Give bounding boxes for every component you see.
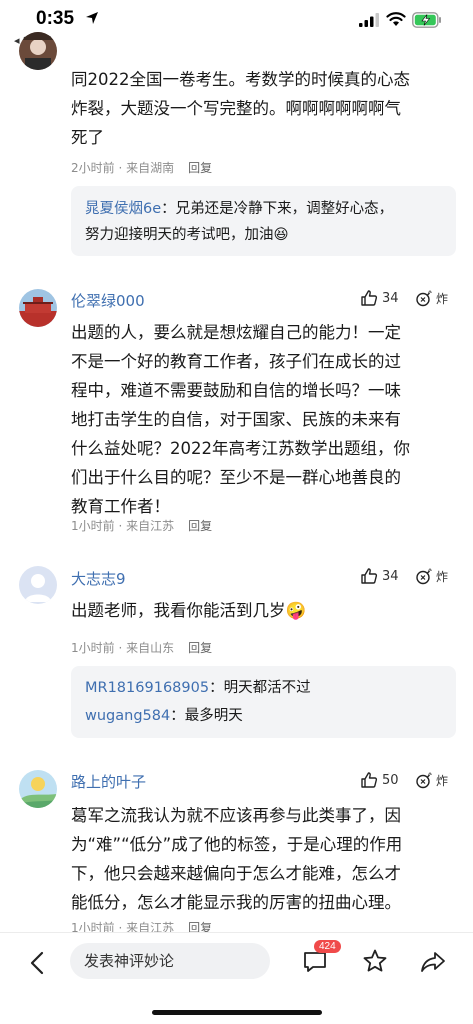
- reply-item[interactable]: 晁夏侯烟6e：兄弟还是冷静下来，调整好心态，: [85, 196, 393, 222]
- star-icon[interactable]: [362, 948, 388, 974]
- reply-button[interactable]: 回复: [188, 161, 212, 175]
- battery-charging-icon: [412, 12, 441, 28]
- username[interactable]: 大志志9: [71, 568, 126, 589]
- bomb-icon: [416, 290, 432, 307]
- reply-username: wugang584: [85, 708, 171, 724]
- like-count: 34: [382, 568, 399, 584]
- reply-username: 晁夏侯烟6e: [85, 201, 162, 217]
- location-arrow-icon: [86, 12, 98, 24]
- like-button[interactable]: 50: [360, 771, 399, 789]
- back-arrow-icon[interactable]: [24, 949, 52, 977]
- reply-button[interactable]: 回复: [188, 641, 212, 655]
- reply-username: MR18169168905: [85, 680, 210, 696]
- comment-text: 出题的人，要么就是想炫耀自己的能力！一定 不是一个好的教育工作者，孩子们在成长的…: [71, 323, 410, 516]
- reply-box: MR18169168905：明天都活不过 wugang584：最多明天: [71, 666, 456, 738]
- thumbs-up-icon: [361, 772, 378, 788]
- bomb-label: 炸: [436, 291, 449, 306]
- comment-input[interactable]: 发表神评妙论: [70, 943, 270, 979]
- thumbs-up-icon: [361, 568, 378, 584]
- wifi-icon: [386, 12, 406, 26]
- bomb-button[interactable]: 炸: [415, 567, 448, 585]
- avatar[interactable]: [19, 32, 57, 70]
- status-time: 0:35: [36, 8, 75, 29]
- home-indicator: [152, 1010, 322, 1015]
- bottom-bar: 发表神评妙论 424: [0, 932, 473, 1024]
- bomb-label: 炸: [436, 773, 449, 788]
- username[interactable]: 伦翠绿000: [71, 290, 145, 311]
- like-button[interactable]: 34: [360, 289, 399, 307]
- comment-meta: 1小时前 · 来自江苏 回复: [71, 519, 213, 533]
- avatar[interactable]: [19, 770, 57, 808]
- comment-count-badge: 424: [314, 940, 341, 953]
- reply-item[interactable]: wugang584：最多明天: [85, 703, 243, 729]
- comment-meta: 2小时前 · 来自湖南 回复: [71, 161, 213, 175]
- bomb-icon: [416, 772, 432, 789]
- bomb-icon: [416, 568, 432, 585]
- avatar[interactable]: [19, 289, 57, 327]
- reply-box: 晁夏侯烟6e：兄弟还是冷静下来，调整好心态， 努力迎接明天的考试吧，加油😆: [71, 186, 456, 256]
- bomb-button[interactable]: 炸: [415, 289, 448, 307]
- status-bar: 0:35 ◂ Safari: [0, 0, 473, 50]
- comment-text: 出题老师，我看你能活到几岁🤪: [71, 601, 307, 620]
- bomb-label: 炸: [436, 569, 449, 584]
- comment-text: 同2022全国一卷考生。考数学的时候真的心态 炸裂，大题没一个写完整的。啊啊啊啊…: [71, 70, 410, 147]
- like-count: 34: [382, 290, 399, 306]
- comment-meta: 1小时前 · 来自山东 回复: [71, 641, 213, 655]
- share-icon[interactable]: [420, 949, 446, 975]
- like-button[interactable]: 34: [360, 567, 399, 585]
- avatar[interactable]: [19, 566, 57, 604]
- bomb-button[interactable]: 炸: [415, 771, 448, 789]
- signal-icon: [359, 13, 379, 27]
- thumbs-up-icon: [361, 290, 378, 306]
- like-count: 50: [382, 772, 399, 788]
- reply-button[interactable]: 回复: [188, 519, 212, 533]
- comment-text: 葛军之流我认为就不应该再参与此类事了，因 为“难”“低分”成了他的标签，于是心理…: [71, 806, 403, 912]
- username[interactable]: 路上的叶子: [71, 771, 146, 792]
- reply-item-continued: 努力迎接明天的考试吧，加油😆: [85, 227, 289, 243]
- reply-item[interactable]: MR18169168905：明天都活不过: [85, 675, 311, 701]
